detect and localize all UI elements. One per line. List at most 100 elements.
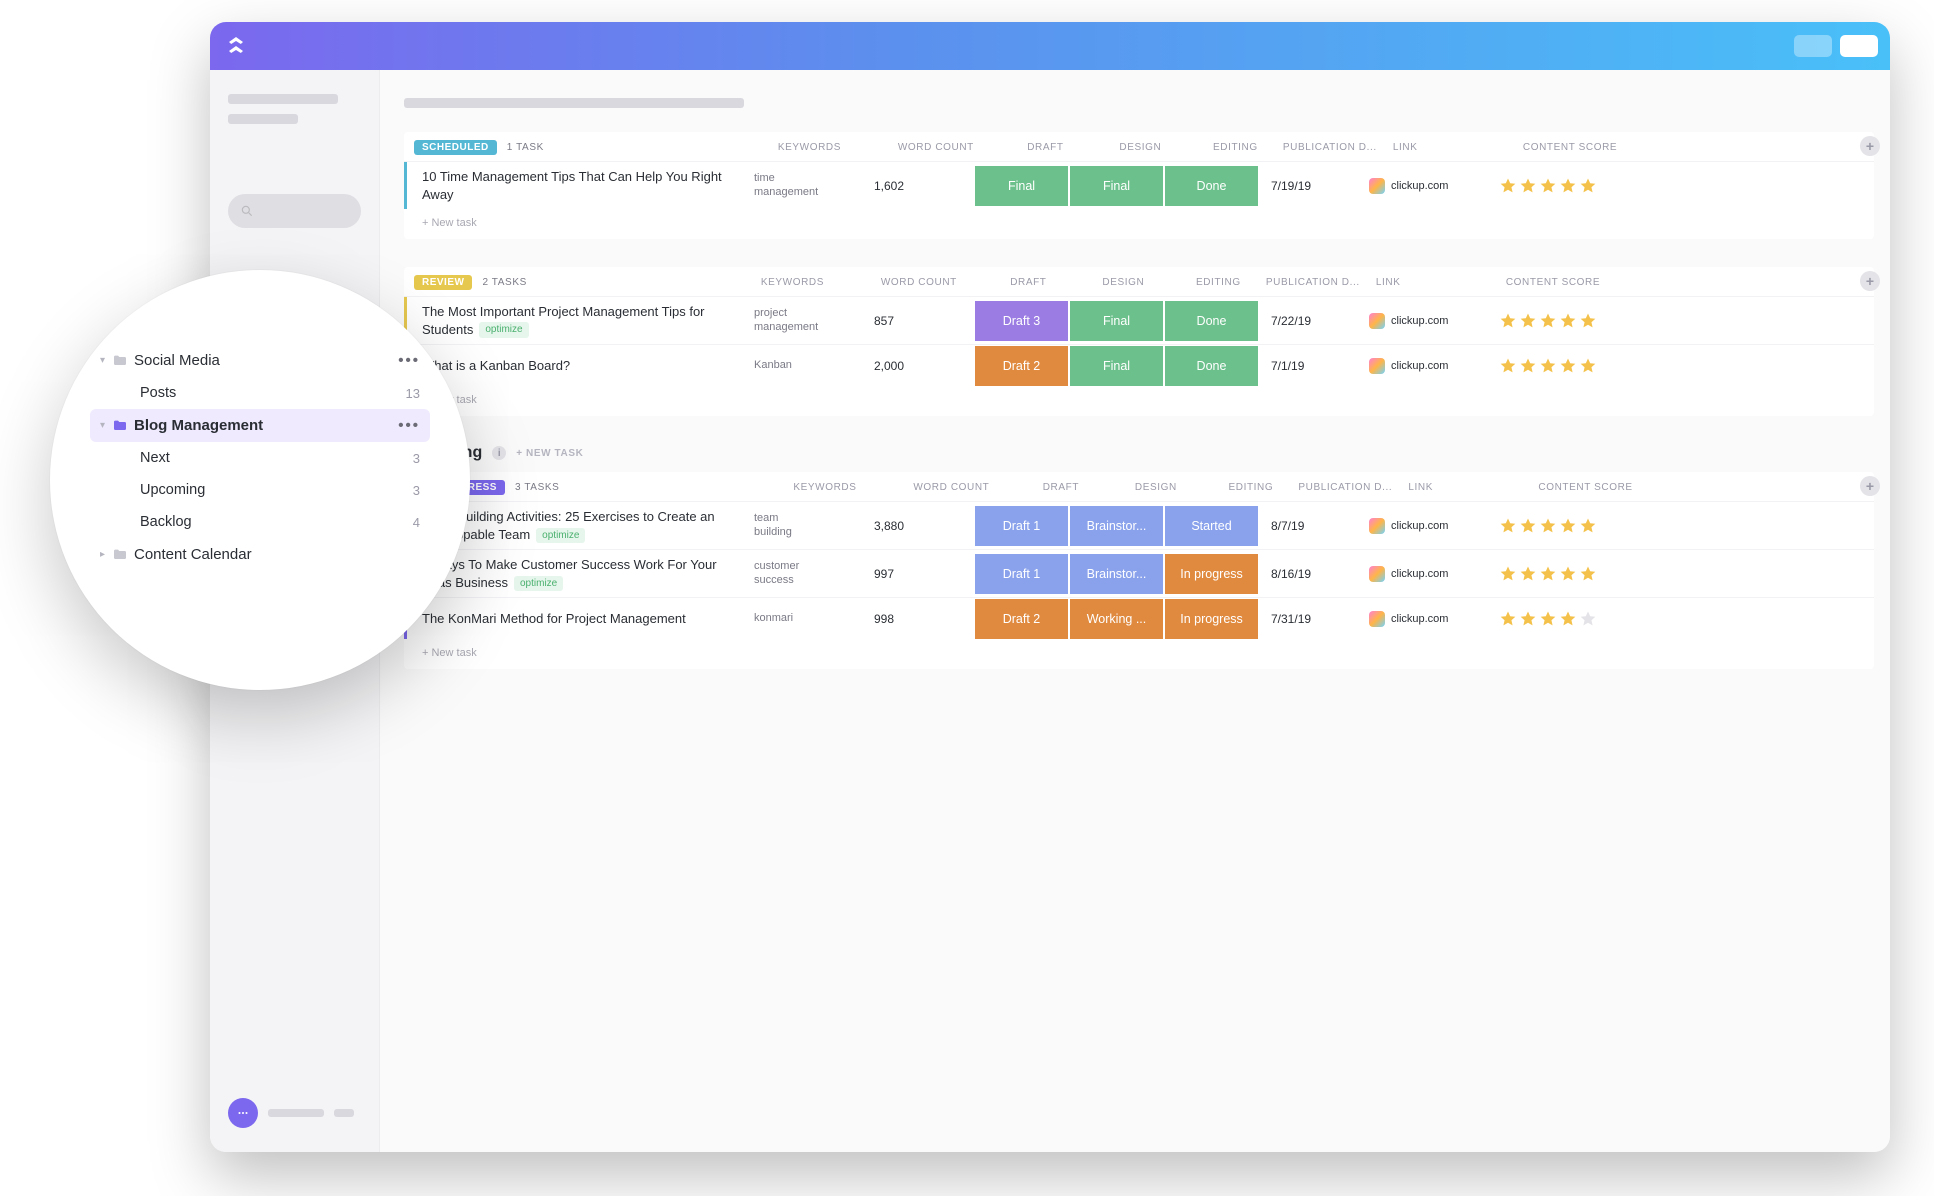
design-status[interactable]: Final [1070,166,1163,206]
task-row[interactable]: The Most Important Project Management Ti… [404,296,1874,344]
editing-status[interactable]: In progress [1165,599,1258,639]
sidebar-folder[interactable]: ▸ Content Calendar [90,538,430,571]
col-header-pubdate[interactable]: PUBLICATION D... [1298,482,1408,493]
score-cell[interactable] [1499,610,1874,628]
col-header-draft[interactable]: DRAFT [1013,482,1108,493]
draft-status[interactable]: Draft 2 [975,346,1068,386]
editing-status[interactable]: Started [1165,506,1258,546]
wordcount-cell[interactable]: 3,880 [874,519,974,533]
col-header-design[interactable]: DESIGN [1076,277,1171,288]
sidebar-list[interactable]: Next 3 [90,442,430,474]
titlebar-button[interactable] [1794,35,1832,57]
col-header-design[interactable]: DESIGN [1093,142,1188,153]
more-icon[interactable]: ••• [398,352,420,369]
col-header-score[interactable]: CONTENT SCORE [1506,277,1874,288]
link-cell[interactable]: clickup.com [1369,358,1499,374]
task-row[interactable]: Team Building Activities: 25 Exercises t… [404,501,1874,549]
task-title[interactable]: 10 Time Management Tips That Can Help Yo… [414,168,754,203]
chevron-icon[interactable]: ▾ [100,355,112,366]
wordcount-cell[interactable]: 1,602 [874,179,974,193]
keywords-cell[interactable]: teambuilding [754,512,874,540]
pubdate-cell[interactable]: 7/19/19 [1259,179,1369,193]
wordcount-cell[interactable]: 2,000 [874,359,974,373]
score-cell[interactable] [1499,565,1874,583]
col-header-editing[interactable]: EDITING [1171,277,1266,288]
editing-status[interactable]: Done [1165,166,1258,206]
col-header-score[interactable]: CONTENT SCORE [1523,142,1874,153]
tag-chip[interactable]: optimize [514,576,563,592]
pubdate-cell[interactable]: 7/31/19 [1259,612,1369,626]
tag-chip[interactable]: optimize [479,322,528,338]
wordcount-cell[interactable]: 997 [874,567,974,581]
add-column-button[interactable]: + [1860,271,1880,291]
pubdate-cell[interactable]: 8/16/19 [1259,567,1369,581]
keywords-cell[interactable]: konmari [754,612,874,626]
task-title[interactable]: 3 Ways To Make Customer Success Work For… [414,556,754,591]
col-header-keywords[interactable]: KEYWORDS [778,142,898,153]
wordcount-cell[interactable]: 857 [874,314,974,328]
sidebar-list[interactable]: Upcoming 3 [90,474,430,506]
chevron-icon[interactable]: ▾ [100,420,112,431]
score-cell[interactable] [1499,312,1874,330]
group-status-pill[interactable]: SCHEDULED [414,140,497,155]
editing-status[interactable]: Done [1165,301,1258,341]
task-title[interactable]: What is a Kanban Board? [414,357,754,375]
col-header-design[interactable]: DESIGN [1108,482,1203,493]
draft-status[interactable]: Final [975,166,1068,206]
col-header-pubdate[interactable]: PUBLICATION D... [1266,277,1376,288]
col-header-draft[interactable]: DRAFT [998,142,1093,153]
design-status[interactable]: Brainstor... [1070,506,1163,546]
add-column-button[interactable]: + [1860,136,1880,156]
link-cell[interactable]: clickup.com [1369,566,1499,582]
col-header-editing[interactable]: EDITING [1203,482,1298,493]
col-header-editing[interactable]: EDITING [1188,142,1283,153]
more-icon[interactable]: ••• [398,417,420,434]
task-row[interactable]: 3 Ways To Make Customer Success Work For… [404,549,1874,597]
draft-status[interactable]: Draft 3 [975,301,1068,341]
col-header-wordcount[interactable]: WORD COUNT [898,142,998,153]
task-row[interactable]: 10 Time Management Tips That Can Help Yo… [404,161,1874,209]
score-cell[interactable] [1499,357,1874,375]
titlebar-button[interactable] [1840,35,1878,57]
col-header-score[interactable]: CONTENT SCORE [1538,482,1874,493]
sidebar-list[interactable]: Backlog 4 [90,506,430,538]
col-header-link[interactable]: LINK [1393,142,1523,153]
link-cell[interactable]: clickup.com [1369,611,1499,627]
info-icon[interactable]: i [492,446,506,460]
sidebar-search[interactable] [228,194,361,228]
design-status[interactable]: Final [1070,301,1163,341]
pubdate-cell[interactable]: 7/1/19 [1259,359,1369,373]
group-status-pill[interactable]: REVIEW [414,275,472,290]
col-header-draft[interactable]: DRAFT [981,277,1076,288]
draft-status[interactable]: Draft 1 [975,506,1068,546]
design-status[interactable]: Brainstor... [1070,554,1163,594]
draft-status[interactable]: Draft 2 [975,599,1068,639]
score-cell[interactable] [1499,177,1874,195]
draft-status[interactable]: Draft 1 [975,554,1068,594]
chat-icon[interactable] [228,1098,258,1128]
task-title[interactable]: The KonMari Method for Project Managemen… [414,610,754,628]
tag-chip[interactable]: optimize [536,528,585,544]
col-header-link[interactable]: LINK [1376,277,1506,288]
keywords-cell[interactable]: Kanban [754,359,874,373]
new-task-button[interactable]: + NEW TASK [516,448,583,459]
col-header-keywords[interactable]: KEYWORDS [793,482,913,493]
task-row[interactable]: The KonMari Method for Project Managemen… [404,597,1874,639]
new-task-button[interactable]: + New task [404,209,1874,239]
editing-status[interactable]: Done [1165,346,1258,386]
link-cell[interactable]: clickup.com [1369,518,1499,534]
col-header-wordcount[interactable]: WORD COUNT [881,277,981,288]
task-row[interactable]: What is a Kanban Board? Kanban 2,000 Dra… [404,344,1874,386]
col-header-wordcount[interactable]: WORD COUNT [913,482,1013,493]
editing-status[interactable]: In progress [1165,554,1258,594]
keywords-cell[interactable]: timemanagement [754,172,874,200]
col-header-pubdate[interactable]: PUBLICATION D... [1283,142,1393,153]
sidebar-folder[interactable]: ▾ Social Media ••• [90,344,430,377]
col-header-link[interactable]: LINK [1408,482,1538,493]
score-cell[interactable] [1499,517,1874,535]
chevron-icon[interactable]: ▸ [100,549,112,560]
design-status[interactable]: Working ... [1070,599,1163,639]
sidebar-folder[interactable]: ▾ Blog Management ••• [90,409,430,442]
col-header-keywords[interactable]: KEYWORDS [761,277,881,288]
pubdate-cell[interactable]: 7/22/19 [1259,314,1369,328]
